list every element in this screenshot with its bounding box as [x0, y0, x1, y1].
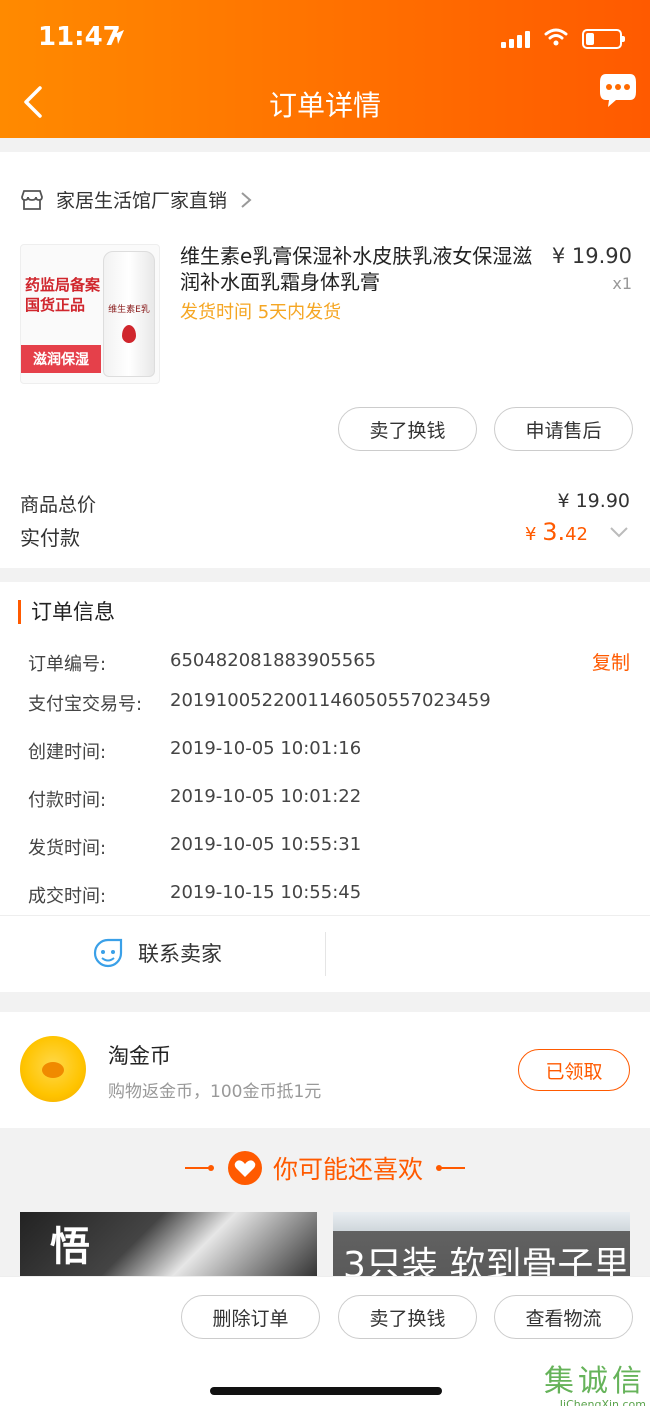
top-divider-strip	[0, 152, 650, 166]
shop-row[interactable]: 家居生活馆厂家直销	[20, 186, 253, 213]
bottle-label: 维生素E乳	[108, 305, 150, 315]
watermark-url: JiChengXin.com	[559, 1398, 646, 1406]
heart-icon	[227, 1151, 262, 1185]
copy-button[interactable]: 复制	[592, 648, 630, 675]
paid-label: 实付款	[20, 526, 80, 550]
info-value-paid: 2019-10-05 10:01:22	[170, 786, 362, 807]
paid-currency: ¥	[525, 524, 537, 545]
contact-seller-label: 联系卖家	[138, 942, 222, 966]
info-label-completed: 成交时间:	[28, 886, 107, 907]
info-value-completed: 2019-10-15 10:55:45	[170, 882, 362, 903]
arrow-right-deco-icon	[436, 1165, 465, 1171]
claimed-button[interactable]: 已领取	[518, 1049, 630, 1091]
recommend-item-2-text: 3只装 软到骨子里	[343, 1245, 630, 1276]
view-logistics-button[interactable]: 查看物流	[494, 1295, 633, 1339]
page-title: 订单详情	[268, 89, 381, 122]
info-label-shipped: 发货时间:	[28, 838, 107, 859]
product-tag-1: 药监局备案	[25, 276, 101, 294]
info-value-created: 2019-10-05 10:01:16	[170, 738, 362, 759]
recommend-item-1-text: 悟	[50, 1224, 90, 1270]
product-qty: x1	[612, 274, 632, 293]
contact-vertical-divider	[325, 932, 326, 976]
home-indicator	[210, 1387, 442, 1395]
signal-icon	[501, 30, 530, 48]
chat-bubble-icon	[600, 74, 636, 107]
paid-dec: 42	[565, 524, 588, 545]
wifi-icon	[544, 28, 568, 50]
info-label-paid: 付款时间:	[28, 790, 107, 811]
product-title[interactable]: 维生素e乳膏保湿补水皮肤乳液女保湿滋润补水面乳霜身体乳膏	[180, 243, 540, 295]
goods-total-label: 商品总价	[20, 494, 97, 516]
after-sale-button[interactable]: 申请售后	[494, 407, 633, 451]
product-price: ¥ 19.90	[551, 244, 632, 268]
recommend-title: 你可能还喜欢	[272, 1155, 423, 1184]
coin-icon	[20, 1036, 86, 1102]
coin-title: 淘金币	[108, 1044, 171, 1068]
recommend-item-1[interactable]: 悟	[20, 1212, 317, 1276]
info-value-shipped: 2019-10-05 10:55:31	[170, 834, 362, 855]
chevron-right-icon	[241, 191, 252, 208]
drop-icon	[122, 325, 136, 343]
chevron-down-icon[interactable]	[608, 524, 630, 544]
contact-seller-button[interactable]: 联系卖家	[92, 937, 222, 969]
chat-face-icon	[93, 938, 123, 968]
info-value-alipay-no: 2019100522001146050557023459	[170, 690, 491, 711]
product-image[interactable]: 药监局备案 国货正品 维生素E乳 滋润保湿	[20, 244, 160, 384]
status-icons	[501, 28, 625, 50]
info-label-created: 创建时间:	[28, 742, 107, 763]
info-label-alipay-no: 支付宝交易号:	[28, 694, 143, 715]
paid-amount: ¥ 3.42	[525, 518, 588, 546]
contact-divider	[0, 915, 650, 916]
product-bottle: 维生素E乳	[103, 251, 155, 377]
recommend-title-row: 你可能还喜欢	[0, 1150, 650, 1186]
order-info-title: 订单信息	[18, 600, 115, 624]
product-tag-3: 滋润保湿	[21, 345, 101, 373]
goods-total-value: ¥ 19.90	[557, 490, 630, 512]
coin-subtitle: 购物返金币，100金币抵1元	[108, 1082, 322, 1102]
store-icon	[21, 189, 43, 210]
battery-icon	[582, 29, 625, 49]
paid-int: 3.	[542, 518, 566, 546]
info-value-order-no: 650482081883905565	[170, 650, 377, 671]
sell-bottom-button[interactable]: 卖了换钱	[338, 1295, 477, 1339]
location-icon	[108, 28, 126, 50]
message-button[interactable]	[598, 70, 638, 110]
header-bar: 11:47 订单详情	[0, 0, 650, 138]
arrow-left-deco-icon	[184, 1165, 214, 1171]
recommend-item-2[interactable]: 3只装 软到骨子里	[333, 1212, 630, 1276]
delete-order-button[interactable]: 删除订单	[181, 1295, 320, 1339]
product-tag-2: 国货正品	[25, 296, 86, 314]
watermark: 集诚信 JiChengXin.com	[544, 1356, 646, 1406]
shop-name: 家居生活馆厂家直销	[56, 190, 228, 212]
sell-button[interactable]: 卖了换钱	[338, 407, 477, 451]
ship-time: 发货时间 5天内发货	[180, 302, 342, 323]
watermark-text: 集诚信	[544, 1364, 646, 1399]
info-label-order-no: 订单编号:	[28, 654, 107, 675]
